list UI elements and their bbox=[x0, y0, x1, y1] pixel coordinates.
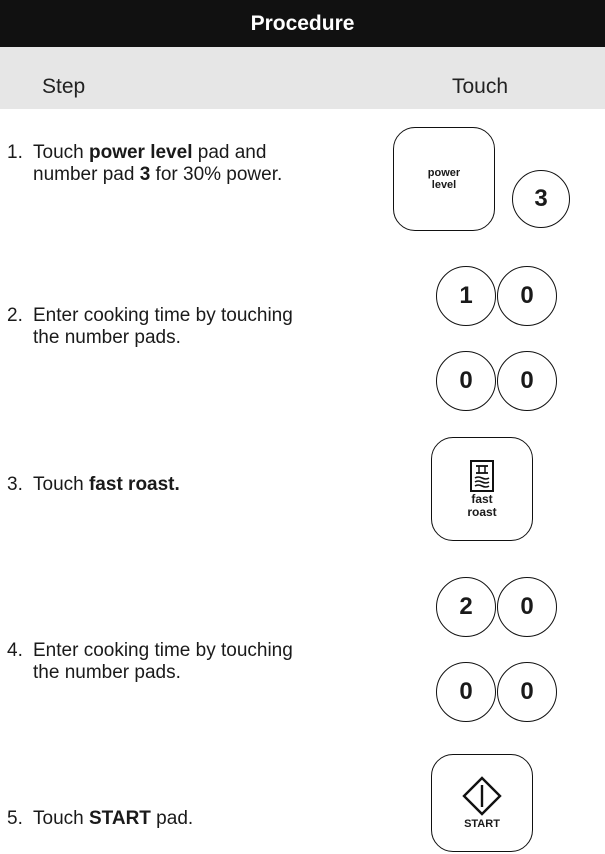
step-3: 3. Touch fast roast. bbox=[7, 474, 327, 496]
step-text-bold: fast roast. bbox=[88, 474, 180, 495]
step-number: 3. bbox=[7, 474, 23, 495]
number-pad[interactable]: 1 bbox=[436, 266, 496, 326]
fast-roast-label-line2: roast bbox=[467, 505, 497, 519]
step-text-part: Touch bbox=[33, 142, 89, 163]
number-pad[interactable]: 0 bbox=[436, 662, 496, 722]
fast-roast-pad[interactable]: fast roast bbox=[431, 437, 533, 541]
number-pad[interactable]: 0 bbox=[497, 577, 557, 637]
procedure-header: Procedure bbox=[0, 0, 605, 47]
power-level-label-line2: level bbox=[431, 179, 457, 191]
step-text-bold: power level bbox=[88, 142, 193, 163]
number-pad[interactable]: 2 bbox=[436, 577, 496, 637]
number-pad[interactable]: 0 bbox=[497, 266, 557, 326]
column-touch-label: Touch bbox=[452, 75, 509, 98]
column-step-label: Step bbox=[42, 75, 86, 98]
procedure-title: Procedure bbox=[250, 11, 355, 35]
step-number: 5. bbox=[7, 808, 23, 829]
power-level-label-line1: power bbox=[427, 167, 461, 179]
step-4: 4. Enter cooking time by touching the nu… bbox=[7, 640, 317, 684]
step-number: 2. bbox=[7, 305, 23, 326]
start-pad[interactable]: START bbox=[431, 754, 533, 852]
number-pad[interactable]: 0 bbox=[497, 662, 557, 722]
column-header-bar bbox=[0, 47, 605, 109]
step-text-part: Touch bbox=[33, 808, 89, 829]
step-text-part: Touch bbox=[33, 474, 89, 495]
number-pad-3[interactable]: 3 bbox=[512, 170, 570, 228]
step-text: Enter cooking time by touching the numbe… bbox=[33, 640, 293, 683]
start-diamond-icon bbox=[462, 776, 502, 816]
step-text-bold: 3 bbox=[139, 164, 151, 185]
number-pad[interactable]: 0 bbox=[436, 351, 496, 411]
step-text: Touch power level pad and number pad 3 f… bbox=[33, 142, 327, 186]
power-level-pad[interactable]: power level bbox=[393, 127, 495, 231]
step-text: Touch fast roast. bbox=[33, 474, 327, 496]
step-number: 1. bbox=[7, 142, 23, 163]
number-pad[interactable]: 0 bbox=[497, 351, 557, 411]
step-5: 5. Touch START pad. bbox=[7, 808, 327, 830]
step-text-part: pad. bbox=[150, 808, 194, 829]
step-text: Touch START pad. bbox=[33, 808, 327, 830]
fast-roast-icon bbox=[470, 460, 494, 492]
step-2: 2. Enter cooking time by touching the nu… bbox=[7, 305, 317, 349]
step-text-part: for 30% power. bbox=[150, 164, 283, 185]
start-label: START bbox=[464, 818, 500, 830]
step-text: Enter cooking time by touching the numbe… bbox=[33, 305, 293, 348]
step-1: 1. Touch power level pad and number pad … bbox=[7, 142, 327, 186]
step-number: 4. bbox=[7, 640, 23, 661]
step-text-bold: START bbox=[88, 808, 151, 829]
